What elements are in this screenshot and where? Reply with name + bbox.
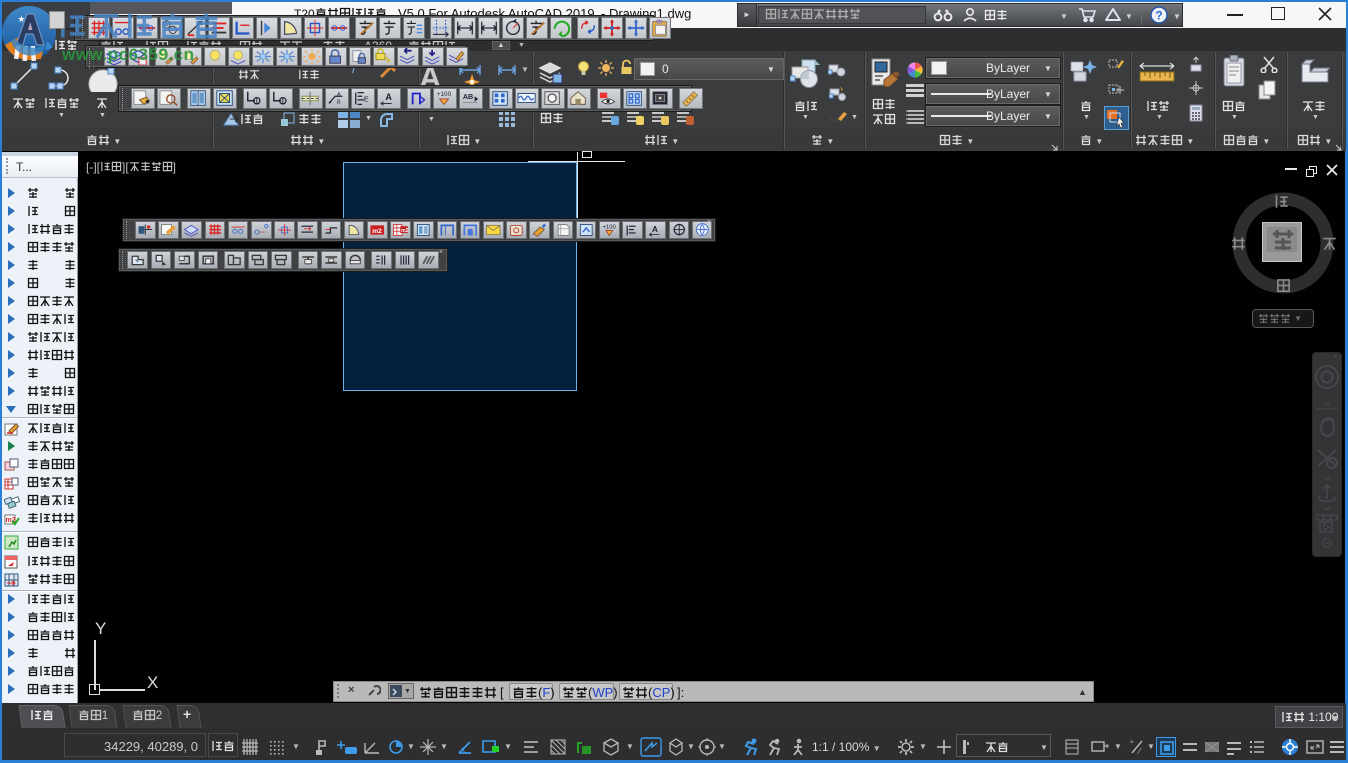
svg-text:m2: m2	[372, 228, 382, 235]
svg-text:E: E	[364, 95, 369, 104]
svg-text:?: ?	[1155, 9, 1162, 23]
svg-text:m2: m2	[401, 228, 408, 234]
svg-text:A: A	[652, 224, 658, 234]
svg-text:+100: +100	[437, 91, 452, 98]
svg-text:A: A	[337, 92, 341, 98]
svg-text:∕: ∕	[1137, 746, 1142, 756]
svg-text:AB: AB	[463, 92, 473, 101]
svg-text:°: °	[1130, 739, 1134, 749]
svg-text:+100: +100	[603, 225, 617, 231]
svg-text:B: B	[337, 99, 341, 105]
svg-text:A: A	[385, 92, 392, 102]
